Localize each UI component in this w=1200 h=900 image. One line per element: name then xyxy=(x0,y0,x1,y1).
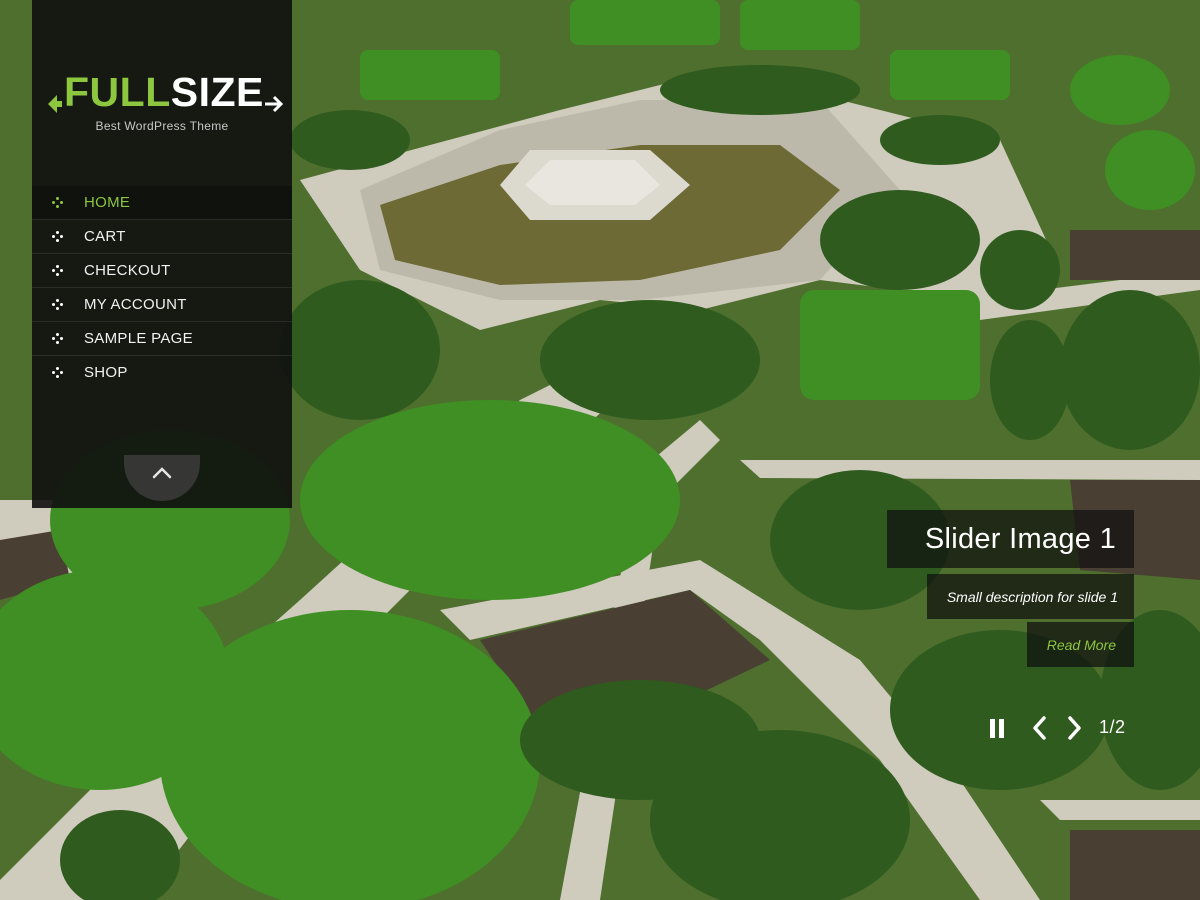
menu-item-label: HOME xyxy=(84,194,131,211)
menu-item-sample-page[interactable]: SAMPLE PAGE xyxy=(32,321,292,355)
chevron-right-icon xyxy=(1068,716,1081,740)
read-more-button[interactable]: Read More xyxy=(1026,622,1134,667)
menu-bullet-icon xyxy=(52,366,64,379)
slide-counter: 1/2 xyxy=(1099,717,1126,737)
menu-bullet-icon xyxy=(52,230,64,243)
site-tagline: Best WordPress Theme xyxy=(95,119,229,133)
menu-bullet-icon xyxy=(52,264,64,277)
menu-item-home[interactable]: HOME xyxy=(32,186,292,219)
menu-item-shop[interactable]: SHOP xyxy=(32,355,292,389)
menu-bullet-icon xyxy=(52,196,64,209)
menu-item-my-account[interactable]: MY ACCOUNT xyxy=(32,287,292,321)
menu-item-label: CHECKOUT xyxy=(84,262,171,279)
logo-text-full: FULL xyxy=(64,68,171,115)
menu-item-cart[interactable]: CART xyxy=(32,219,292,253)
sidebar: FULL SIZE Best WordPress Theme HOME CART… xyxy=(32,0,292,508)
menu-item-label: SHOP xyxy=(84,364,128,381)
menu-bullet-icon xyxy=(52,298,64,311)
menu-item-label: SAMPLE PAGE xyxy=(84,330,193,347)
previous-slide-button[interactable] xyxy=(1030,714,1050,742)
site-logo[interactable]: FULL SIZE xyxy=(48,62,284,122)
main-menu: HOME CART CHECKOUT MY ACCOUNT SAMPLE PAG… xyxy=(32,186,292,389)
arrow-right-icon xyxy=(264,81,284,113)
menu-item-label: MY ACCOUNT xyxy=(84,296,187,313)
arrow-left-icon xyxy=(48,81,62,113)
chevron-up-icon xyxy=(152,467,172,479)
pause-button[interactable] xyxy=(988,714,1006,742)
chevron-left-icon xyxy=(1033,716,1046,740)
next-slide-button[interactable] xyxy=(1064,714,1084,742)
menu-bullet-icon xyxy=(52,332,64,345)
pause-icon xyxy=(990,719,1004,738)
slide-title: Slider Image 1 xyxy=(886,510,1134,568)
collapse-sidebar-button[interactable] xyxy=(124,455,200,501)
slide-description: Small description for slide 1 xyxy=(926,574,1134,619)
menu-item-checkout[interactable]: CHECKOUT xyxy=(32,253,292,287)
logo-text-size: SIZE xyxy=(170,68,264,115)
menu-item-label: CART xyxy=(84,228,126,245)
